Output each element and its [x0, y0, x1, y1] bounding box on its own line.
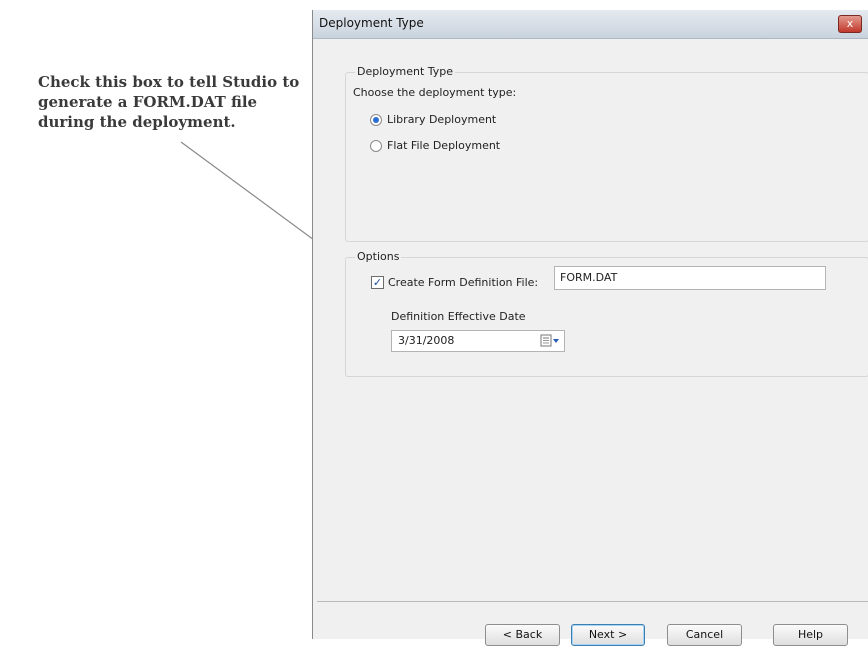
- effective-date-label: Definition Effective Date: [391, 310, 526, 323]
- flat-file-deployment-radio[interactable]: [370, 140, 382, 152]
- help-button[interactable]: Help: [773, 624, 848, 646]
- dialog-title: Deployment Type: [319, 16, 424, 30]
- flat-file-deployment-label[interactable]: Flat File Deployment: [387, 139, 500, 152]
- next-button[interactable]: Next >: [571, 624, 645, 646]
- form-definition-file-input[interactable]: FORM.DAT: [554, 266, 826, 290]
- library-deployment-radio[interactable]: [370, 114, 382, 126]
- close-button[interactable]: x: [838, 15, 862, 33]
- callout-annotation: Check this box to tell Studio to generat…: [38, 73, 300, 131]
- effective-date-picker[interactable]: 3/31/2008: [391, 330, 565, 352]
- create-form-definition-label[interactable]: Create Form Definition File:: [388, 276, 538, 289]
- library-deployment-label[interactable]: Library Deployment: [387, 113, 496, 126]
- deployment-type-prompt: Choose the deployment type:: [353, 86, 517, 99]
- footer-separator: [317, 601, 868, 602]
- back-button[interactable]: < Back: [485, 624, 560, 646]
- deployment-dialog: Deployment Type x Deployment Type Choose…: [312, 10, 868, 646]
- calendar-dropdown-icon[interactable]: [540, 334, 560, 348]
- create-form-definition-checkbox[interactable]: ✓: [371, 276, 384, 289]
- cancel-button[interactable]: Cancel: [667, 624, 742, 646]
- deployment-type-group-label: Deployment Type: [355, 65, 456, 78]
- title-bar: Deployment Type x: [313, 10, 868, 39]
- effective-date-value: 3/31/2008: [398, 334, 455, 347]
- options-group-label: Options: [355, 250, 402, 263]
